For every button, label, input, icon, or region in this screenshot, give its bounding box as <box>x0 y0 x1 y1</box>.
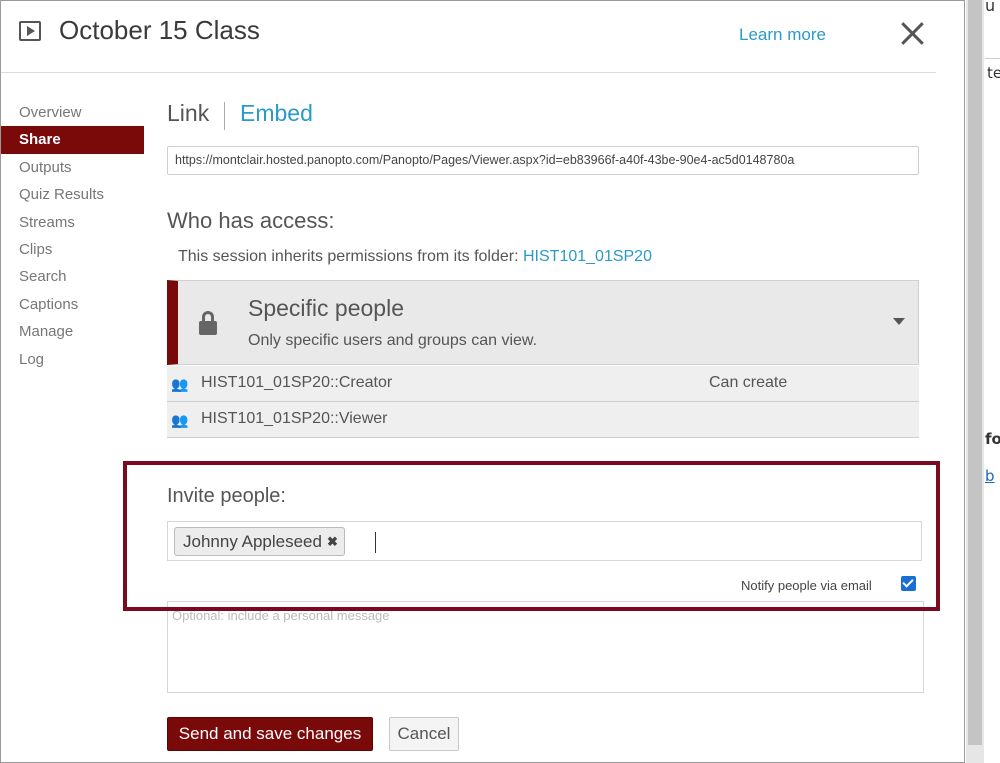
lock-icon <box>199 311 217 335</box>
access-level-name: Specific people <box>248 295 404 321</box>
sidebar-item-search[interactable]: Search <box>1 263 144 290</box>
scrollbar-thumb[interactable] <box>968 0 982 745</box>
table-row: 👥 HIST101_01SP20::Viewer <box>167 402 919 438</box>
close-icon[interactable] <box>897 17 929 49</box>
learn-more-link[interactable]: Learn more <box>739 25 826 45</box>
sidebar-item-outputs[interactable]: Outputs <box>1 154 144 181</box>
table-row: 👥 HIST101_01SP20::Creator Can create <box>167 366 919 402</box>
cancel-button[interactable]: Cancel <box>389 717 459 751</box>
folder-link[interactable]: HIST101_01SP20 <box>523 248 652 265</box>
invite-heading: Invite people: <box>167 485 286 507</box>
notify-email-label: Notify people via email <box>741 578 872 593</box>
background-link[interactable]: b <box>985 467 995 485</box>
caret-down-icon[interactable] <box>893 318 905 325</box>
session-title: October 15 Class <box>59 15 260 45</box>
tab-link[interactable]: Link <box>167 100 209 127</box>
inherit-permissions-text: This session inherits permissions from i… <box>178 248 652 266</box>
invitee-name: Johnny Appleseed <box>183 532 322 551</box>
invite-people-input[interactable]: Johnny Appleseed ✖ <box>167 521 922 561</box>
sidebar-item-overview[interactable]: Overview <box>1 99 144 126</box>
tab-embed[interactable]: Embed <box>240 100 313 127</box>
dialog-header: October 15 Class Learn more <box>1 1 936 73</box>
background-text: u <box>985 0 996 15</box>
settings-sidebar: Overview Share Outputs Quiz Results Stre… <box>1 99 144 373</box>
send-save-button[interactable]: Send and save changes <box>167 717 373 751</box>
remove-invitee-icon[interactable]: ✖ <box>327 528 338 555</box>
scrollbar[interactable] <box>966 0 984 763</box>
background-text: te <box>987 64 1000 82</box>
group-role: Can create <box>709 374 788 391</box>
users-group-icon: 👥 <box>171 376 189 392</box>
text-cursor <box>375 532 376 553</box>
video-play-icon <box>19 21 41 41</box>
background-text: fo <box>985 430 1000 448</box>
access-level-dropdown[interactable]: Specific people Only specific users and … <box>167 280 919 365</box>
access-level-description: Only specific users and groups can view. <box>248 332 538 349</box>
group-name: HIST101_01SP20::Creator <box>201 374 393 391</box>
sidebar-item-log[interactable]: Log <box>1 346 144 373</box>
invitee-token: Johnny Appleseed ✖ <box>174 527 345 556</box>
share-url-field[interactable]: https://montclair.hosted.panopto.com/Pan… <box>167 146 919 175</box>
sidebar-item-quiz-results[interactable]: Quiz Results <box>1 181 144 208</box>
group-name: HIST101_01SP20::Viewer <box>201 410 388 427</box>
access-heading: Who has access: <box>167 208 335 233</box>
tab-divider <box>224 102 225 130</box>
sidebar-item-streams[interactable]: Streams <box>1 209 144 236</box>
personal-message-field[interactable]: Optional: include a personal message <box>167 601 924 693</box>
background-divider <box>985 58 1000 59</box>
inherit-label: This session inherits permissions from i… <box>178 248 523 265</box>
share-dialog: October 15 Class Learn more Overview Sha… <box>0 0 965 763</box>
sidebar-item-share[interactable]: Share <box>1 126 144 154</box>
users-group-icon: 👥 <box>171 412 189 428</box>
notify-email-checkbox[interactable] <box>901 576 916 591</box>
sidebar-item-clips[interactable]: Clips <box>1 236 144 263</box>
sidebar-item-captions[interactable]: Captions <box>1 291 144 318</box>
sidebar-item-manage[interactable]: Manage <box>1 318 144 345</box>
